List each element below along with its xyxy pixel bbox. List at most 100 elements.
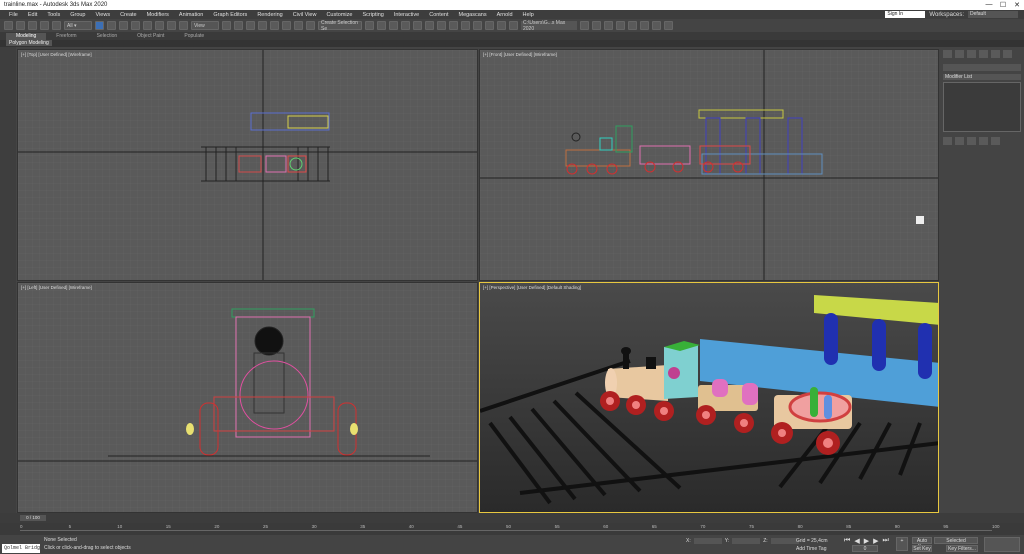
add-time-tag-button[interactable]: Add Time Tag [796,546,826,552]
menu-civil-view[interactable]: Civil View [288,12,322,18]
maxscript-listener[interactable]: Qolmel Bridg [2,544,40,553]
menu-edit[interactable]: Edit [23,12,42,18]
selection-filter-dropdown[interactable]: All ▾ [64,21,92,30]
spinner-snap-icon[interactable] [294,21,303,30]
link-icon[interactable] [28,21,37,30]
angle-snap-icon[interactable] [270,21,279,30]
menu-content[interactable]: Content [424,12,453,18]
move-icon[interactable] [143,21,152,30]
placement-icon[interactable] [179,21,188,30]
remove-modifier-icon[interactable] [979,137,988,145]
schematic-view-icon[interactable] [437,21,446,30]
viewport-top-label[interactable]: [+] [Top] [User Defined] [Wireframe] [21,52,92,57]
select-by-name-icon[interactable] [107,21,116,30]
edit-named-selection-icon[interactable] [306,21,315,30]
set-key-button[interactable]: Set Key [912,545,932,552]
viewport-layout-tabs[interactable] [0,47,16,513]
viewport-left[interactable]: [+] [Left] [User Defined] [Wireframe] [17,282,478,513]
viewport-perspective-label[interactable]: [+] [Perspective] [User Defined] [Defaul… [483,285,581,290]
rotate-icon[interactable] [155,21,164,30]
menu-animation[interactable]: Animation [174,12,208,18]
snaps-toggle-icon[interactable] [258,21,267,30]
menu-megascans[interactable]: Megascans [453,12,491,18]
tab-selection[interactable]: Selection [87,33,128,40]
motion-tab-icon[interactable] [979,50,988,58]
next-frame-icon[interactable]: ▶ [873,537,878,545]
scene-converter-icon[interactable] [664,21,673,30]
tab-freeform[interactable]: Freeform [46,33,86,40]
play-icon[interactable]: ▶ [864,537,869,545]
project-folder-field[interactable]: C:\Users\G...s Max 2020 [521,20,577,32]
modifier-stack[interactable] [943,82,1021,132]
curve-editor-icon[interactable] [425,21,434,30]
menu-help[interactable]: Help [518,12,539,18]
menu-file[interactable]: File [4,12,23,18]
render-setup-icon[interactable] [461,21,470,30]
minimize-button[interactable]: — [982,1,996,9]
menu-scripting[interactable]: Scripting [357,12,388,18]
pivot-center-icon[interactable] [222,21,231,30]
tab-modeling[interactable]: Modeling [6,33,47,40]
reference-coordinate-dropdown[interactable]: View [191,21,219,30]
utilities-tab-icon[interactable] [1003,50,1012,58]
window-crossing-icon[interactable] [131,21,140,30]
current-frame-field[interactable]: 0 [852,545,878,552]
arnold-light-icon[interactable] [604,21,613,30]
megascans-icon[interactable] [640,21,649,30]
render-in-cloud-icon[interactable] [497,21,506,30]
menu-modifiers[interactable]: Modifiers [142,12,174,18]
workspace-dropdown[interactable]: Default [968,11,1018,18]
toggle-layer-explorer-icon[interactable] [401,21,410,30]
undo-icon[interactable] [4,21,13,30]
menu-rendering[interactable]: Rendering [252,12,287,18]
viewport-top[interactable]: [+] [Top] [User Defined] [Wireframe] [17,49,478,281]
align-icon[interactable] [377,21,386,30]
selected-dropdown[interactable]: Selected [934,537,978,544]
bind-space-warp-icon[interactable] [52,21,61,30]
configure-sets-icon[interactable] [991,137,1000,145]
toggle-scene-explorer-icon[interactable] [389,21,398,30]
make-unique-icon[interactable] [967,137,976,145]
show-end-result-icon[interactable] [955,137,964,145]
display-tab-icon[interactable] [991,50,1000,58]
close-button[interactable]: ✕ [1010,1,1024,9]
sign-in-dropdown[interactable]: Sign In [885,11,926,18]
bridge-icon[interactable] [652,21,661,30]
menu-create[interactable]: Create [115,12,142,18]
menu-group[interactable]: Group [65,12,90,18]
hierarchy-tab-icon[interactable] [967,50,976,58]
redo-icon[interactable] [16,21,25,30]
a360-gallery-icon[interactable] [509,21,518,30]
arnold-render-icon[interactable] [592,21,601,30]
maximize-button[interactable]: ☐ [996,1,1010,9]
scale-icon[interactable] [167,21,176,30]
menu-views[interactable]: Views [91,12,116,18]
rectangle-selection-icon[interactable] [119,21,128,30]
select-object-icon[interactable] [95,21,104,30]
toggle-ribbon-icon[interactable] [413,21,422,30]
tab-populate[interactable]: Populate [174,33,214,40]
menu-customize[interactable]: Customize [321,12,357,18]
viewport-left-label[interactable]: [+] [Left] [User Defined] [Wireframe] [21,285,92,290]
key-mode-icon[interactable]: + [896,537,908,551]
tab-object-paint[interactable]: Object Paint [127,33,174,40]
arnold-mesh-icon[interactable] [616,21,625,30]
track-bar[interactable]: 0 5 10 15 20 25 30 35 40 45 50 55 60 65 70 75 80 85 90 95 10… [0,523,1024,535]
polygon-modeling-button[interactable]: Polygon Modeling [6,40,52,46]
menu-interactive[interactable]: Interactive [389,12,424,18]
select-manipulate-icon[interactable] [234,21,243,30]
viewport-navigation-controls[interactable] [984,537,1020,552]
material-editor-icon[interactable] [449,21,458,30]
keyboard-shortcut-icon[interactable] [246,21,255,30]
viewport-perspective[interactable]: [+] [Perspective] [User Defined] [Defaul… [479,282,939,513]
arnold-volume-icon[interactable] [628,21,637,30]
modifier-list-dropdown[interactable]: Modifier List [943,74,1021,80]
y-coord-field[interactable] [732,538,761,544]
time-slider-handle[interactable]: 0 / 100 [20,515,46,521]
object-name-field[interactable] [943,64,1021,71]
auto-key-button[interactable]: Auto Key [912,537,932,550]
z-coord-field[interactable] [770,538,799,544]
rendered-frame-window-icon[interactable] [473,21,482,30]
percent-snap-icon[interactable] [282,21,291,30]
viewport-front-label[interactable]: [+] [Front] [User Defined] [Wireframe] [483,52,557,57]
